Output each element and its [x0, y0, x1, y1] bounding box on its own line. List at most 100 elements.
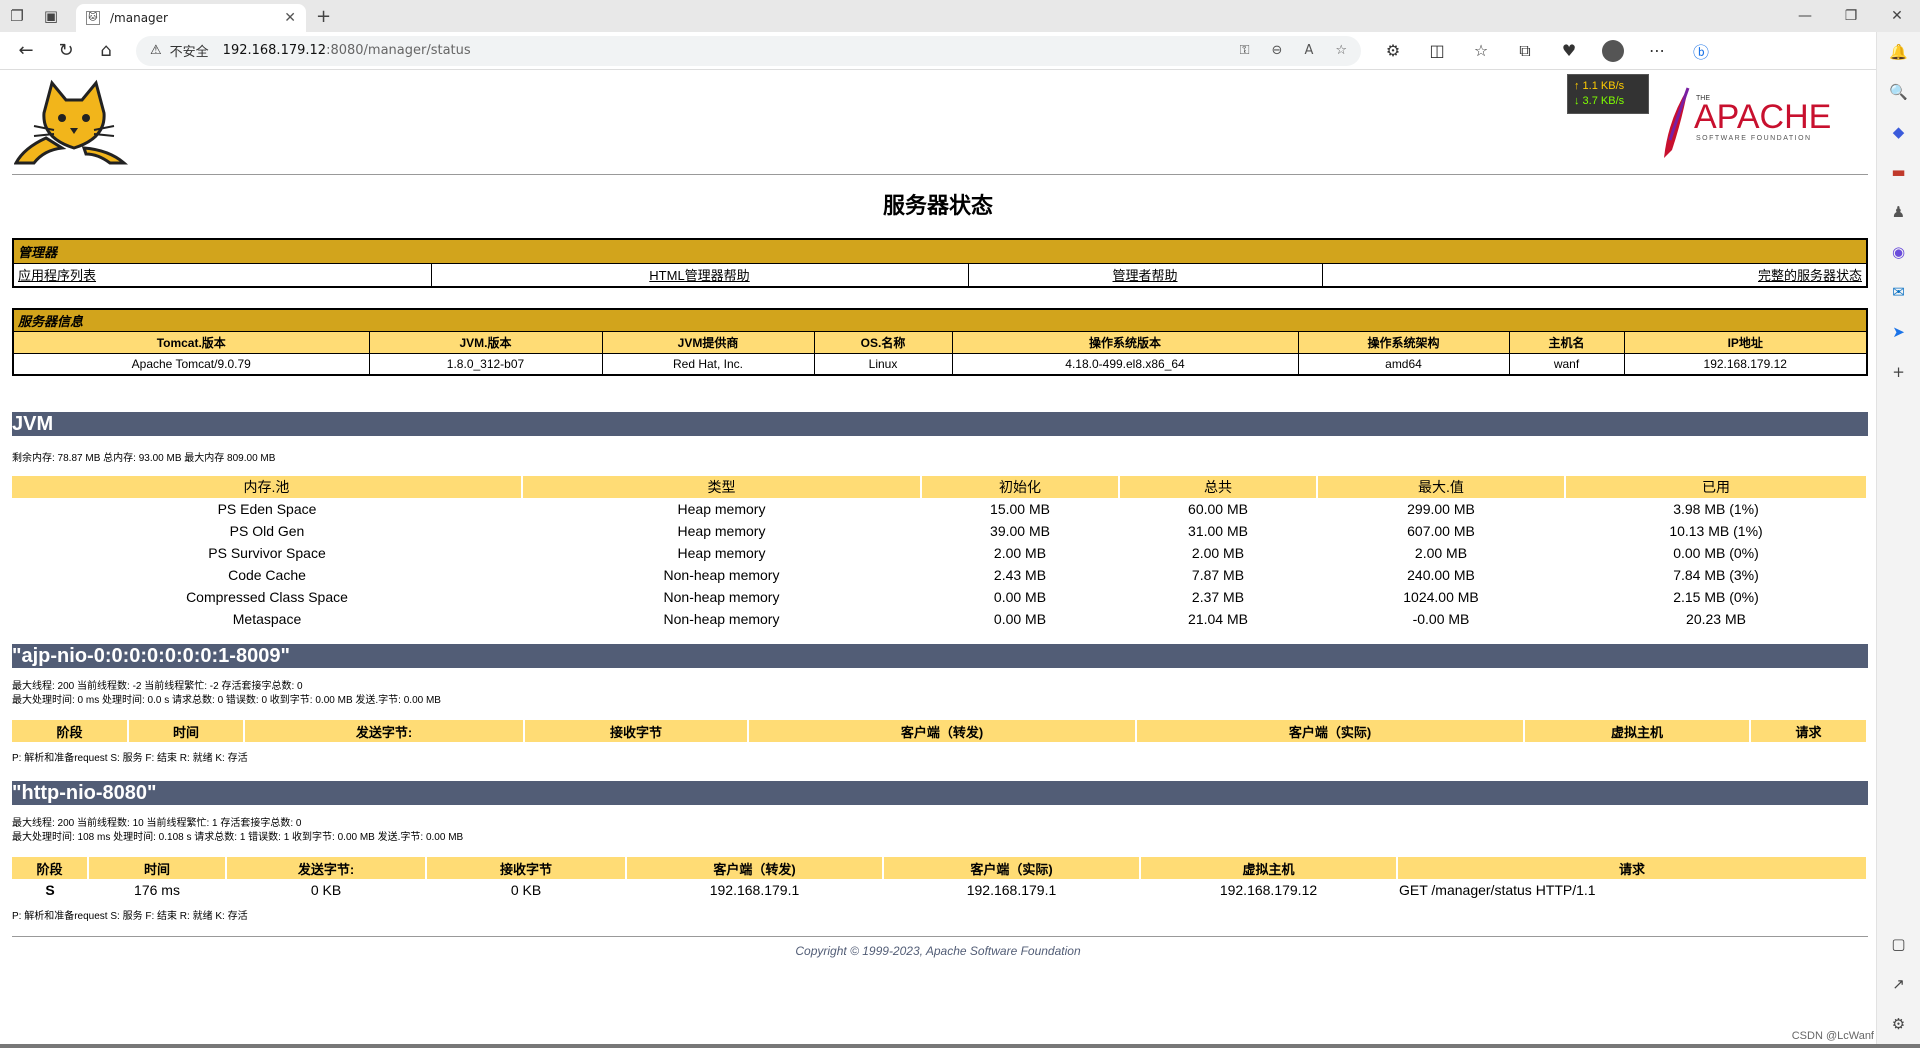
ajp-thread-stats: 最大线程: 200 当前线程数: -2 当前线程繁忙: -2 存活套接字总数: …: [12, 681, 303, 692]
taskbar-edge: [0, 1044, 1920, 1048]
link-html-manager-help[interactable]: HTML管理器帮助: [649, 268, 749, 283]
info-value: Linux: [813, 352, 953, 376]
tab-strip: ❐ ▣ 🐱 /manager ✕ + — ❐ ✕: [0, 0, 1920, 32]
jvm-section-title: JVM: [12, 412, 1868, 436]
extensions-icon[interactable]: ⚙: [1371, 32, 1415, 70]
info-value: amd64: [1297, 352, 1510, 376]
outlook-icon[interactable]: ✉: [1877, 272, 1920, 312]
pool-cell: Compressed Class Space: [186, 589, 348, 605]
stage-col-header: 阶段: [12, 720, 129, 742]
stage-col-header: 发送字节:: [244, 720, 525, 742]
ajp-stage-table: 阶段 时间 发送字节: 接收字节 客户端（转发) 客户端（实际) 虚拟主机 请求: [12, 720, 1868, 742]
restore-icon[interactable]: ❐: [1828, 0, 1874, 32]
table-row: Code Cache Non-heap memory 2.43 MB 7.87 MB 2…: [12, 564, 1867, 586]
link-manager-help[interactable]: 管理者帮助: [1112, 268, 1177, 283]
zoom-icon[interactable]: ⊖: [1272, 43, 1283, 58]
table-row: PS Survivor Space Heap memory 2.00 MB 2.00 …: [12, 542, 1867, 564]
stage-cell: 192.168.179.1: [966, 882, 1057, 898]
tag-icon[interactable]: ◆: [1877, 112, 1920, 152]
pool-cell: 2.43 MB: [993, 567, 1047, 583]
browser-essentials-icon[interactable]: ♥: [1547, 32, 1591, 70]
more-menu-icon[interactable]: ⋯: [1635, 32, 1679, 70]
link-app-list[interactable]: 应用程序列表: [18, 268, 96, 283]
tab-title: /manager: [110, 11, 168, 25]
add-sidebar-icon[interactable]: +: [1877, 352, 1920, 392]
network-speed-widget: ↑ 1.1 KB/s ↓ 3.7 KB/s: [1567, 74, 1649, 114]
manager-table: 管理器 应用程序列表 HTML管理器帮助 管理者帮助 完整的服务器状态: [12, 238, 1868, 288]
profile-avatar[interactable]: [1602, 39, 1624, 62]
pool-cell: 0.00 MB (0%): [1673, 545, 1759, 561]
back-icon[interactable]: ←: [6, 32, 46, 70]
pool-cell: 10.13 MB (1%): [1669, 523, 1763, 539]
collections-icon[interactable]: ⧉: [1503, 32, 1547, 70]
pool-cell: Non-heap memory: [663, 589, 780, 605]
pool-cell: 7.87 MB: [1191, 567, 1245, 583]
manager-cell: 完整的服务器状态: [1321, 262, 1868, 288]
link-complete-status[interactable]: 完整的服务器状态: [1758, 268, 1862, 283]
favorites-icon[interactable]: ☆: [1459, 32, 1503, 70]
info-col-header: OS.名称: [813, 330, 953, 354]
layout-icon[interactable]: ▢: [1877, 924, 1920, 964]
bing-icon[interactable]: ⓑ: [1679, 32, 1723, 70]
stage-cell: 0 KB: [510, 882, 542, 898]
apache-name: APACHE: [1694, 98, 1831, 136]
pool-cell: 31.00 MB: [1188, 523, 1248, 539]
jvm-memory-summary: 剩余内存: 78.87 MB 总内存: 93.00 MB 最大内存 809.00…: [12, 453, 276, 464]
close-window-icon[interactable]: ✕: [1874, 0, 1920, 32]
tab-manager[interactable]: 🐱 /manager ✕: [76, 4, 306, 32]
pool-cell: 20.23 MB: [1686, 611, 1746, 627]
pool-cell: 60.00 MB: [1188, 501, 1248, 517]
warning-icon[interactable]: ⚠: [150, 43, 162, 58]
pool-cell: 7.84 MB (3%): [1673, 567, 1759, 583]
not-secure-label[interactable]: 不安全: [170, 41, 209, 60]
info-col-header: IP地址: [1623, 330, 1868, 354]
toolbox-icon[interactable]: ▬: [1877, 152, 1920, 192]
table-row: PS Old Gen Heap memory 39.00 MB 31.00 MB 607…: [12, 520, 1867, 542]
open-external-icon[interactable]: ↗: [1877, 964, 1920, 1004]
info-col-header: Tomcat.版本: [12, 330, 370, 354]
stage-cell: 192.168.179.1: [709, 882, 800, 898]
send-icon[interactable]: ➤: [1877, 312, 1920, 352]
pool-cell: 0.00 MB: [993, 589, 1047, 605]
http-thread-stats: 最大线程: 200 当前线程数: 10 当前线程繁忙: 1 存活套接字总数: 0: [12, 818, 302, 829]
new-tab-icon[interactable]: +: [316, 6, 331, 27]
pool-cell: 2.15 MB (0%): [1673, 589, 1759, 605]
url-field[interactable]: ⚠ 不安全 192.168.179.12 :8080/manager/statu…: [136, 35, 1361, 66]
edge-sidebar: 🔔 🔍 ◆ ▬ ♟ ◉ ✉ ➤ + ▢ ↗ ⚙: [1876, 32, 1920, 1044]
pool-cell: 1024.00 MB: [1403, 589, 1479, 605]
notification-icon[interactable]: 🔔: [1877, 32, 1920, 72]
ajp-request-stats: 最大处理时间: 0 ms 处理时间: 0.0 s 请求总数: 0 错误数: 0 …: [12, 695, 441, 706]
tab-actions-icon[interactable]: ▣: [34, 0, 68, 32]
minimize-icon[interactable]: —: [1782, 0, 1828, 32]
http-request-stats: 最大处理时间: 108 ms 处理时间: 0.108 s 请求总数: 1 错误数…: [12, 832, 464, 843]
stage-col-header: 客户端（转发): [626, 857, 884, 879]
pool-cell: 21.04 MB: [1188, 611, 1248, 627]
close-tab-icon[interactable]: ✕: [284, 10, 296, 26]
info-value: 4.18.0-499.el8.x86_64: [951, 352, 1299, 376]
stage-col-header: 接收字节: [426, 857, 627, 879]
key-icon[interactable]: ⚿: [1240, 43, 1250, 58]
favicon-icon: 🐱: [86, 11, 100, 25]
office-icon[interactable]: ◉: [1877, 232, 1920, 272]
read-aloud-icon[interactable]: A: [1304, 43, 1313, 58]
pool-cell: Code Cache: [228, 567, 306, 583]
http-stage-legend: P: 解析和准备request S: 服务 F: 结束 R: 就绪 K: 存活: [12, 911, 248, 922]
pool-col-header: 已用: [1565, 476, 1868, 498]
stage-col-header: 请求: [1750, 720, 1868, 742]
url-path: :8080/manager/status: [326, 43, 471, 58]
people-icon[interactable]: ♟: [1877, 192, 1920, 232]
split-screen-icon[interactable]: ◫: [1415, 32, 1459, 70]
pool-cell: Metaspace: [232, 611, 302, 627]
page-title: 服务器状态: [882, 193, 993, 218]
workspaces-icon[interactable]: ❐: [0, 0, 34, 32]
pool-col-header: 初始化: [921, 476, 1120, 498]
apache-logo: THE APACHE SOFTWARE FOUNDATION: [1664, 87, 1831, 158]
pool-cell: PS Eden Space: [217, 501, 317, 517]
home-icon[interactable]: ⌂: [86, 32, 126, 70]
url-host: 192.168.179.12: [222, 43, 327, 58]
refresh-icon[interactable]: ↻: [46, 32, 86, 70]
settings-gear-icon[interactable]: ⚙: [1877, 1004, 1920, 1044]
stage-col-header: 请求: [1397, 857, 1868, 879]
favorite-star-icon[interactable]: ☆: [1335, 43, 1347, 58]
search-icon[interactable]: 🔍: [1877, 72, 1920, 112]
